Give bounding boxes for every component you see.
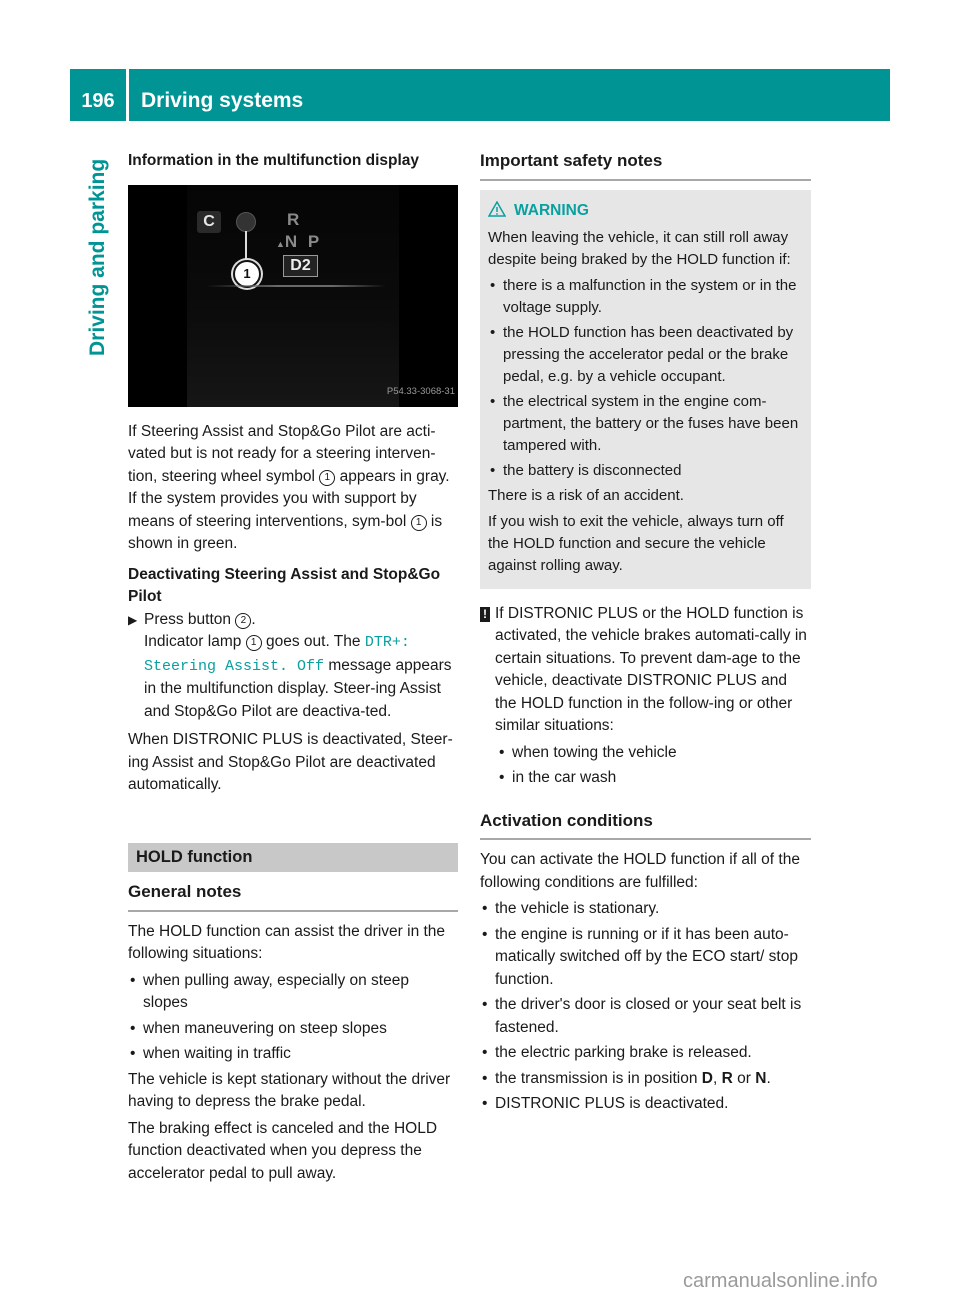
list-item: the battery is disconnected (488, 460, 803, 482)
gear-current: D2 (283, 254, 318, 277)
step-arrow-icon: ▶ (128, 612, 138, 627)
list-item: in the car wash (497, 767, 811, 790)
list-item: DISTRONIC PLUS is deactivated. (480, 1093, 811, 1116)
warning-triangle-icon (487, 199, 507, 224)
paragraph-steering-symbol: If Steering Assist and Stop&Go Pilot are… (128, 422, 450, 553)
triangle-icon: ▲ (276, 238, 285, 249)
warning-title: WARNING (487, 199, 803, 224)
page-number: 196 (81, 90, 115, 112)
paragraph-distronic: When DISTRONIC PLUS is deactivated, Stee… (128, 731, 453, 793)
callout-1-icon: 1 (245, 635, 262, 651)
section-hold-function: HOLD function (128, 842, 458, 872)
chapter-title: Driving systems (141, 89, 304, 112)
paragraph-braking-effect: The braking effect is canceled and the H… (128, 1119, 438, 1182)
note-text: If DISTRONIC PLUS or the HOLD function i… (495, 604, 807, 735)
exclamation-icon: ! (480, 606, 490, 622)
list-item: when waiting in traffic (128, 1043, 458, 1066)
paragraph-hold-assist: The HOLD function can assist the driver … (128, 922, 446, 963)
callout-2-icon: 2 (235, 612, 252, 629)
left-column: Information in the multifunction display… (128, 150, 458, 1189)
callout-1-icon: 1 (319, 469, 336, 486)
display-divider (206, 284, 386, 287)
warning-box: WARNING When leaving the vehicle, it can… (480, 189, 811, 589)
damage-note: ! If DISTRONIC PLUS or the HOLD function… (480, 603, 811, 790)
list-item: the engine is running or if it has been … (480, 924, 811, 992)
situations-list: when pulling away, especially on steep s… (128, 970, 458, 1066)
callout-1-marker: 1 (233, 259, 261, 288)
list-item: when pulling away, especially on steep s… (128, 970, 458, 1015)
paragraph-stationary: The vehicle is kept stationary without t… (128, 1070, 451, 1111)
callout-1-icon: 1 (410, 514, 427, 531)
multifunction-display-figure: C 1 R ▲N P D2 P54.33-3068-31 (128, 184, 458, 407)
heading-activation-conditions: Activation conditions (480, 810, 811, 840)
heading-info-display: Information in the multifunction display (128, 152, 420, 169)
list-item: the driver's door is closed or your seat… (480, 994, 811, 1039)
conditions-list: the vehicle is stationary. the engine is… (480, 898, 811, 1116)
list-item: the electric parking brake is released. (480, 1042, 811, 1065)
note-list: when towing the vehicle in the car wash (495, 742, 811, 790)
heading-general-notes: General notes (128, 881, 458, 912)
warning-intro: When leaving the vehicle, it can still r… (488, 228, 791, 268)
warning-list: there is a malfunction in the system or … (488, 275, 803, 482)
activation-intro: You can activate the HOLD function if al… (480, 851, 800, 891)
warning-advice: If you wish to exit the vehicle, always … (488, 512, 784, 574)
c-icon: C (197, 210, 221, 233)
gear-n-p: ▲N P (276, 231, 323, 251)
list-item: the HOLD function has been deactivated b… (488, 322, 803, 388)
watermark: carmanualsonline.info (683, 1270, 878, 1292)
gear-r: R (287, 209, 300, 229)
heading-deactivating: Deactivating Steering Assist and Stop&Go… (128, 565, 441, 606)
instruction-step: ▶ Press button 2. Indicator lamp 1 goes … (128, 610, 452, 720)
list-item: the vehicle is stationary. (480, 898, 811, 921)
list-item: the electrical system in the engine com-… (488, 391, 803, 457)
heading-safety-notes: Important safety notes (480, 150, 811, 181)
list-item: when towing the vehicle (497, 742, 811, 765)
warning-risk: There is a risk of an accident. (488, 486, 684, 504)
list-item: the transmission is in position D, R or … (480, 1068, 811, 1091)
side-tab-label: Driving and parking (86, 158, 109, 356)
list-item: there is a malfunction in the system or … (488, 275, 803, 319)
header-divider (126, 69, 129, 121)
steering-wheel-icon (236, 211, 256, 232)
right-column: Important safety notes WARNING When leav… (480, 150, 811, 1119)
figure-code: P54.33-3068-31 (386, 386, 455, 397)
list-item: when maneuvering on steep slopes (128, 1018, 458, 1041)
callout-line (245, 230, 247, 261)
